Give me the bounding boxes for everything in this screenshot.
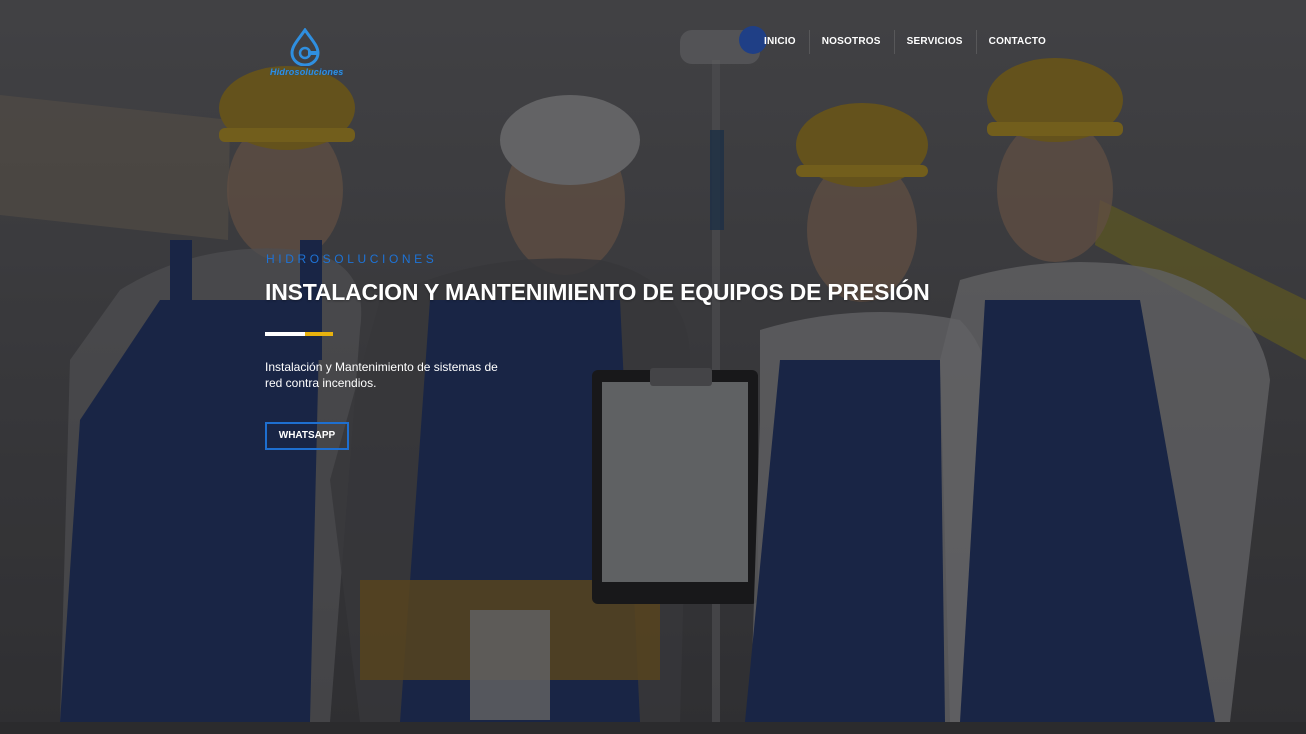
nav-item-nosotros[interactable]: NOSOTROS bbox=[808, 30, 894, 54]
brand-logo[interactable]: Hidrosoluciones bbox=[270, 28, 344, 88]
hero-divider bbox=[265, 332, 333, 336]
water-drop-wrench-icon bbox=[290, 28, 320, 66]
hero-section: Hidrosoluciones INICIO NOSOTROS SERVICIO… bbox=[0, 0, 1306, 722]
hero-description: Instalación y Mantenimiento de sistemas … bbox=[265, 360, 498, 390]
hero-eyebrow: HIDROSOLUCIONES bbox=[266, 252, 438, 266]
divider-white-segment bbox=[265, 332, 305, 336]
main-nav: INICIO NOSOTROS SERVICIOS CONTACTO bbox=[739, 26, 1059, 54]
bottom-bar bbox=[0, 722, 1306, 734]
nav-item-contacto[interactable]: CONTACTO bbox=[975, 30, 1059, 54]
nav-item-inicio[interactable]: INICIO bbox=[740, 30, 809, 54]
brand-logo-text: Hidrosoluciones bbox=[270, 67, 344, 77]
hero-headline: INSTALACION Y MANTENIMIENTO DE EQUIPOS D… bbox=[265, 279, 930, 305]
whatsapp-button[interactable]: WHATSAPP bbox=[265, 422, 349, 450]
nav-item-servicios[interactable]: SERVICIOS bbox=[893, 30, 976, 54]
hero-dark-overlay bbox=[0, 0, 1306, 722]
divider-yellow-segment bbox=[305, 332, 333, 336]
